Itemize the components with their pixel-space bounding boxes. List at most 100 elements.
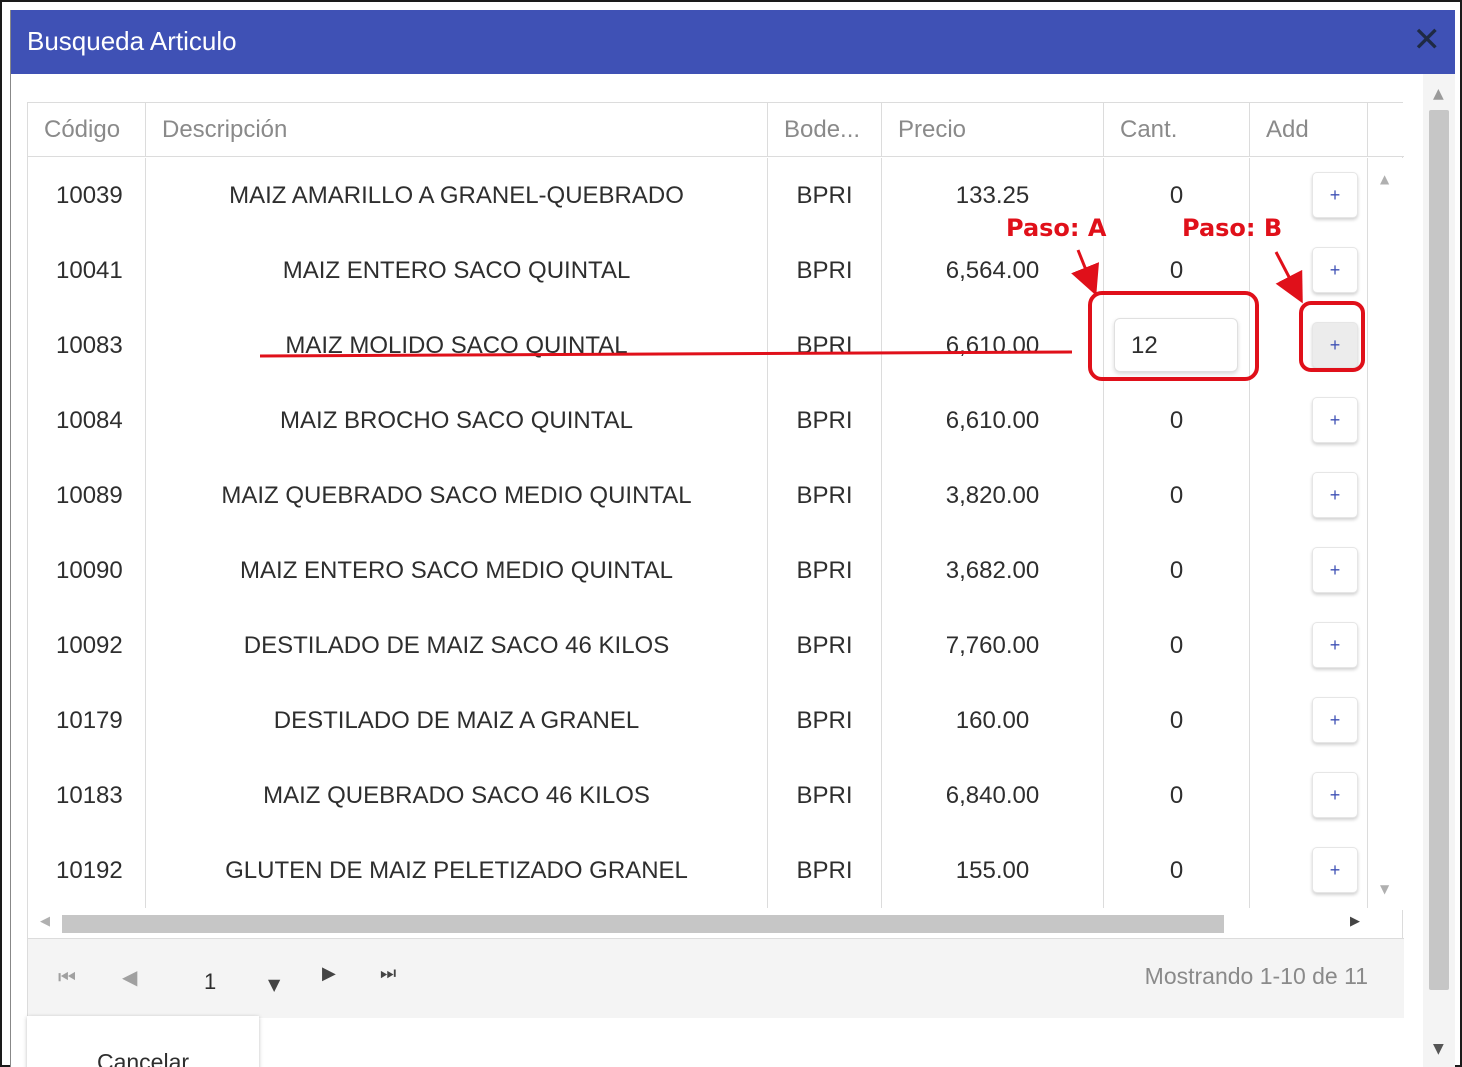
cell-warehouse: BPRI [768, 158, 882, 233]
first-page-icon[interactable]: ⏮ [58, 965, 76, 989]
cell-warehouse: BPRI [768, 833, 882, 908]
table-row[interactable]: 10039 MAIZ AMARILLO A GRANEL-QUEBRADO BPRI… [28, 158, 1368, 233]
cell-quantity[interactable]: 0 [1104, 233, 1250, 308]
cell-add: + [1250, 608, 1368, 683]
cell-description: MAIZ BROCHO SACO QUINTAL [146, 383, 768, 458]
cell-description: DESTILADO DE MAIZ SACO 46 KILOS [146, 608, 768, 683]
cell-quantity[interactable]: 0 [1104, 683, 1250, 758]
cell-description: MAIZ MOLIDO SACO QUINTAL [146, 308, 768, 383]
step-b-label: Paso: B [1182, 214, 1283, 242]
add-item-button[interactable]: + [1312, 547, 1358, 593]
pager-status: Mostrando 1-10 de 11 [1144, 963, 1368, 989]
cell-quantity[interactable]: 0 [1104, 758, 1250, 833]
grid-header: Código Descripción Bode... Precio Cant. … [28, 103, 1404, 157]
column-header-code[interactable]: Código [28, 103, 146, 157]
add-item-button[interactable]: + [1312, 847, 1358, 893]
next-page-icon[interactable]: ▶ [322, 963, 336, 984]
cell-quantity[interactable]: 0 [1104, 383, 1250, 458]
cell-quantity[interactable]: 0 [1104, 533, 1250, 608]
cell-warehouse: BPRI [768, 458, 882, 533]
cell-warehouse: BPRI [768, 308, 882, 383]
cell-price: 3,682.00 [882, 533, 1104, 608]
cell-add: + [1250, 833, 1368, 908]
cell-description: DESTILADO DE MAIZ A GRANEL [146, 683, 768, 758]
table-row[interactable]: 10192 GLUTEN DE MAIZ PELETIZADO GRANEL BPR… [28, 833, 1368, 908]
cell-price: 155.00 [882, 833, 1104, 908]
cell-code: 10084 [28, 383, 146, 458]
search-article-dialog: Busqueda Articulo ✕ Código Descripción B… [10, 10, 1455, 1067]
cell-code: 10192 [28, 833, 146, 908]
cell-price: 6,564.00 [882, 233, 1104, 308]
previous-page-icon[interactable]: ◀ [122, 965, 137, 989]
table-row[interactable]: 10041 MAIZ ENTERO SACO QUINTAL BPRI 6,564.0… [28, 233, 1368, 308]
table-row[interactable]: 10092 DESTILADO DE MAIZ SACO 46 KILOS BPRI… [28, 608, 1368, 683]
table-row[interactable]: 10083 MAIZ MOLIDO SACO QUINTAL BPRI 6,610.0… [28, 308, 1368, 383]
column-header-add[interactable]: Add [1250, 103, 1368, 157]
page-dropdown-icon[interactable]: ▼ [268, 975, 280, 994]
cell-code: 10039 [28, 158, 146, 233]
dialog-vertical-scrollbar[interactable]: ▲ ▼ [1423, 74, 1455, 1067]
scroll-up-icon[interactable]: ▲ [1380, 172, 1389, 186]
close-icon[interactable]: ✕ [1413, 20, 1442, 60]
current-page[interactable]: 1 [204, 969, 216, 995]
dialog-scroll-down-icon[interactable]: ▼ [1433, 1041, 1444, 1057]
table-row[interactable]: 10183 MAIZ QUEBRADO SACO 46 KILOS BPRI 6,84… [28, 758, 1368, 833]
add-item-button[interactable]: + [1312, 172, 1358, 218]
add-item-button[interactable]: + [1312, 472, 1358, 518]
cell-price: 3,820.00 [882, 458, 1104, 533]
cell-add: + [1250, 758, 1368, 833]
cell-quantity[interactable]: 0 [1104, 458, 1250, 533]
add-item-button[interactable]: + [1312, 322, 1358, 368]
cell-add: + [1250, 383, 1368, 458]
table-row[interactable]: 10089 MAIZ QUEBRADO SACO MEDIO QUINTAL BPR… [28, 458, 1368, 533]
cell-code: 10089 [28, 458, 146, 533]
cell-warehouse: BPRI [768, 608, 882, 683]
cell-code: 10183 [28, 758, 146, 833]
cell-quantity[interactable]: 12 [1104, 308, 1250, 383]
cell-warehouse: BPRI [768, 683, 882, 758]
scroll-left-icon[interactable]: ◀ [40, 914, 50, 929]
grid-pager: ⏮ ◀ 1 ▼ ▶ ⏭ Mostrando 1-10 de 11 [28, 938, 1404, 1018]
cell-quantity[interactable]: 0 [1104, 608, 1250, 683]
cell-code: 10092 [28, 608, 146, 683]
cell-price: 6,610.00 [882, 383, 1104, 458]
cell-description: MAIZ ENTERO SACO QUINTAL [146, 233, 768, 308]
column-header-description[interactable]: Descripción [146, 103, 768, 157]
grid-body: ▲ ▼ 10039 MAIZ AMARILLO A GRANEL-QUEBRADO… [28, 158, 1404, 910]
table-row[interactable]: 10090 MAIZ ENTERO SACO MEDIO QUINTAL BPRI 3… [28, 533, 1368, 608]
cell-warehouse: BPRI [768, 383, 882, 458]
scroll-down-icon[interactable]: ▼ [1380, 882, 1389, 896]
dialog-scroll-thumb[interactable] [1429, 110, 1449, 990]
quantity-input[interactable]: 12 [1114, 318, 1238, 372]
table-row[interactable]: 10179 DESTILADO DE MAIZ A GRANEL BPRI 160.0… [28, 683, 1368, 758]
cell-price: 7,760.00 [882, 608, 1104, 683]
dialog-scroll-up-icon[interactable]: ▲ [1433, 86, 1444, 102]
add-item-button[interactable]: + [1312, 622, 1358, 668]
cancel-button[interactable]: Cancelar [27, 1016, 259, 1067]
grid-horizontal-scrollbar[interactable]: ◀ ▶ [28, 910, 1368, 938]
column-header-warehouse[interactable]: Bode... [768, 103, 882, 157]
last-page-icon[interactable]: ⏭ [380, 963, 396, 984]
add-item-button[interactable]: + [1312, 247, 1358, 293]
add-item-button[interactable]: + [1312, 397, 1358, 443]
horizontal-scroll-thumb[interactable] [62, 915, 1224, 933]
add-item-button[interactable]: + [1312, 697, 1358, 743]
cell-add: + [1250, 533, 1368, 608]
step-a-label: Paso: A [1006, 214, 1107, 242]
cell-price: 6,610.00 [882, 308, 1104, 383]
cell-description: MAIZ QUEBRADO SACO 46 KILOS [146, 758, 768, 833]
scroll-right-icon[interactable]: ▶ [1350, 914, 1360, 929]
cell-price: 6,840.00 [882, 758, 1104, 833]
table-row[interactable]: 10084 MAIZ BROCHO SACO QUINTAL BPRI 6,610.0… [28, 383, 1368, 458]
cell-code: 10090 [28, 533, 146, 608]
cell-code: 10083 [28, 308, 146, 383]
column-header-quantity[interactable]: Cant. [1104, 103, 1250, 157]
cell-warehouse: BPRI [768, 233, 882, 308]
cell-code: 10179 [28, 683, 146, 758]
cell-description: MAIZ AMARILLO A GRANEL-QUEBRADO [146, 158, 768, 233]
grid-vertical-scrollbar[interactable]: ▲ ▼ [1368, 158, 1404, 910]
column-header-price[interactable]: Precio [882, 103, 1104, 157]
add-item-button[interactable]: + [1312, 772, 1358, 818]
cell-quantity[interactable]: 0 [1104, 833, 1250, 908]
cell-add: + [1250, 308, 1368, 383]
